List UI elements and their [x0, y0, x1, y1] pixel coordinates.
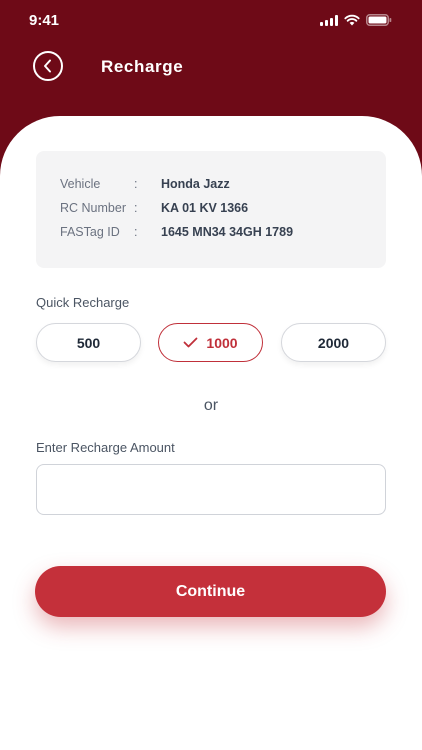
battery-icon — [366, 14, 392, 26]
quick-recharge-label: Quick Recharge — [36, 295, 130, 310]
chevron-left-icon — [44, 59, 51, 73]
vehicle-label: Vehicle — [60, 177, 101, 191]
fastag-id-colon: : — [134, 225, 138, 239]
amount-option-label: 2000 — [317, 334, 350, 351]
wifi-icon — [344, 14, 360, 26]
page-title: Recharge — [101, 57, 184, 76]
recharge-amount-label: Enter Recharge Amount — [36, 440, 175, 455]
amount-option-1000[interactable]: 1000 — [158, 323, 263, 362]
checkmark-icon — [184, 337, 198, 348]
cellular-signal-icon — [320, 14, 338, 26]
fastag-id-label: FASTag ID — [60, 225, 120, 239]
amount-option-label: 1000 — [206, 334, 238, 351]
vehicle-info-card: Vehicle : Honda Jazz RC Number : KA 01 K… — [36, 151, 386, 268]
status-time: 9:41 — [29, 12, 60, 29]
recharge-amount-input[interactable] — [36, 464, 386, 515]
amount-option-500[interactable]: 500 — [36, 323, 141, 362]
continue-button[interactable]: Continue — [35, 566, 386, 617]
back-button[interactable] — [33, 51, 63, 81]
rc-number-label: RC Number — [60, 201, 126, 215]
amount-option-label: 500 — [76, 334, 101, 351]
fastag-id-value: 1645 MN34 34GH 1789 — [161, 225, 294, 239]
rc-number-colon: : — [134, 201, 138, 215]
status-bar: 9:41 — [0, 0, 422, 44]
or-separator: or — [203, 397, 219, 414]
vehicle-value: Honda Jazz — [161, 177, 230, 191]
rc-number-value: KA 01 KV 1366 — [161, 201, 249, 215]
amount-option-2000[interactable]: 2000 — [281, 323, 386, 362]
vehicle-colon: : — [134, 177, 138, 191]
status-icons — [320, 14, 392, 26]
